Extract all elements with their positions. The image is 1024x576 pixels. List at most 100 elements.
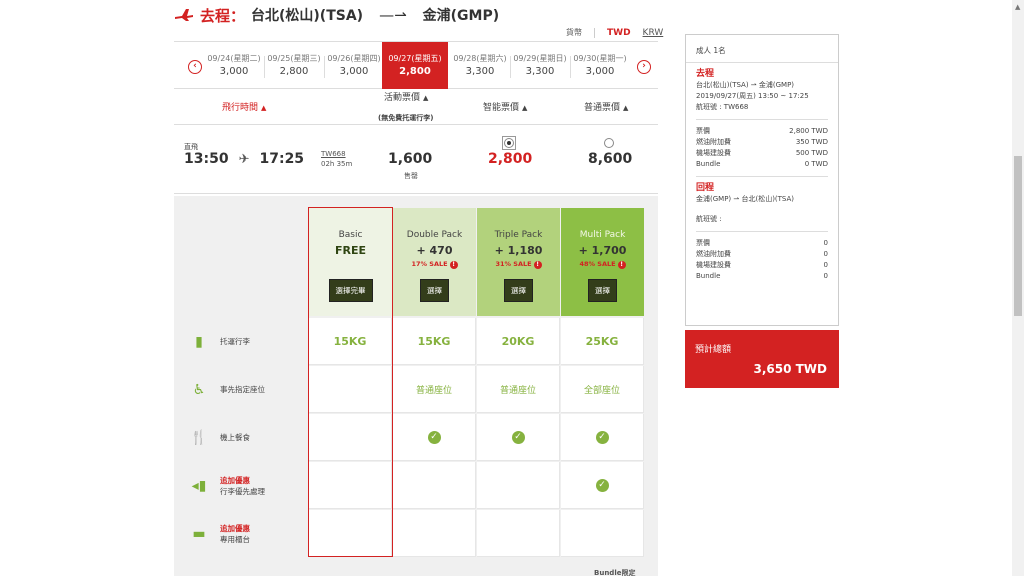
- flight-info: TW668 02h 35m: [321, 149, 352, 169]
- feature-label: 機上餐食: [220, 433, 250, 442]
- feature-cell: [477, 510, 560, 557]
- date-label: 09/28(星期六): [453, 54, 507, 63]
- divider: [696, 119, 828, 120]
- feature-cell: [309, 510, 392, 557]
- feature-cell: [393, 510, 476, 557]
- smart-fare-radio[interactable]: [504, 138, 514, 148]
- outbound-route: 台北(松山)(TSA) ⇀ 金浦(GMP): [696, 81, 795, 89]
- fee-label: 燃油附加費: [696, 250, 731, 258]
- counter-icon: ▬: [192, 525, 206, 542]
- fee-row: 票價 0: [696, 238, 828, 249]
- fee-label: 票價: [696, 239, 710, 247]
- fee-value: 0: [823, 239, 828, 247]
- fee-value: 0: [823, 272, 828, 280]
- feature-cell: [309, 366, 392, 413]
- fee-value: 0 TWD: [804, 160, 828, 168]
- fee-row: 機場建設費 500 TWD: [696, 148, 828, 159]
- date-price: 3,300: [525, 66, 555, 77]
- currency-switcher: 貨幣 TWD KRW: [566, 27, 663, 38]
- fee-label: Bundle: [696, 272, 721, 280]
- page-scrollbar[interactable]: ▲: [1012, 0, 1024, 576]
- return-summary: 回程 金浦(GMP) ⇀ 台北(松山)(TSA) 航班號 : 票價 0 燃油附加費…: [686, 183, 838, 282]
- fee-value: 0: [823, 261, 828, 269]
- select-double-button[interactable]: 選擇: [420, 279, 449, 302]
- date-price: 3,300: [465, 66, 495, 77]
- select-multi-button[interactable]: 選擇: [588, 279, 617, 302]
- flight-times: 13:50 ✈ 17:25: [184, 151, 304, 167]
- fee-label: 燃油附加費: [696, 138, 731, 146]
- outbound-summary: 去程 台北(松山)(TSA) ⇀ 金浦(GMP) 2019/09/27(周五) …: [686, 63, 838, 177]
- select-basic-button[interactable]: 選擇完畢: [328, 279, 373, 302]
- date-option-selected[interactable]: 09/27(星期五) 2,800: [382, 42, 448, 89]
- feature-cell: 15KG: [309, 318, 392, 365]
- bundle-note: Bundle限定: [594, 569, 636, 576]
- feature-cell: 25KG: [561, 318, 644, 365]
- fee-label: 機場建設費: [696, 261, 731, 269]
- smart-fare: 2,800: [488, 151, 533, 167]
- scrollbar-thumb[interactable]: [1014, 156, 1022, 316]
- feature-promo: 追加優惠: [220, 475, 250, 485]
- package-basic: Basic FREE 選擇完畢: [309, 208, 392, 316]
- outbound-title: 去程: [696, 69, 715, 79]
- sort-normal-fare[interactable]: 普通票價 ▲: [584, 100, 628, 113]
- package-price: + 1,700: [578, 244, 627, 257]
- package-name: Basic: [338, 230, 363, 240]
- package-name: Double Pack: [406, 230, 463, 240]
- promo-fare: 1,600: [388, 151, 433, 167]
- date-option[interactable]: 09/25(星期三) 2,800: [264, 42, 324, 89]
- feature-dedicated-counter: ▬ 追加優惠 專用櫃台: [188, 510, 306, 557]
- normal-fare: 8,600: [588, 151, 633, 167]
- column-label: 飛行時間: [222, 103, 259, 113]
- info-icon[interactable]: !: [533, 261, 542, 269]
- feature-cell: 15KG: [393, 318, 476, 365]
- date-option[interactable]: 09/29(星期日) 3,300: [510, 42, 570, 89]
- bundle-table: Basic FREE 選擇完畢 Double Pack + 470 17% SA…: [174, 196, 658, 576]
- sort-promo-fare[interactable]: 活動票價 ▲: [384, 90, 428, 103]
- select-triple-button[interactable]: 選擇: [504, 279, 533, 302]
- fee-value: 2,800 TWD: [789, 127, 828, 135]
- sort-smart-fare[interactable]: 智能票價 ▲: [483, 100, 527, 113]
- normal-fare-radio[interactable]: [604, 138, 614, 148]
- date-option[interactable]: 09/26(星期四) 3,000: [324, 42, 384, 89]
- package-sale: 17% SALE!: [393, 260, 476, 269]
- info-icon[interactable]: !: [617, 261, 626, 269]
- chevron-right-icon[interactable]: ›: [637, 60, 651, 74]
- booking-page: 去程： 台北(松山)(TSA) —⇀ 金浦(GMP) 貨幣 TWD KRW ‹ …: [0, 0, 1024, 576]
- priority-luggage-icon: ◂▮: [191, 477, 207, 494]
- return-title: 回程: [696, 183, 715, 193]
- flight-duration: 02h 35m: [321, 160, 353, 168]
- date-option[interactable]: 09/24(星期二) 3,000: [204, 42, 264, 89]
- feature-cell: 20KG: [477, 318, 560, 365]
- feature-label: 托運行李: [220, 337, 250, 346]
- info-icon[interactable]: !: [449, 261, 458, 269]
- package-sale: [309, 260, 392, 269]
- plane-icon: [175, 9, 193, 21]
- check-icon: ✓: [595, 478, 609, 492]
- date-label: 09/24(星期二): [207, 54, 261, 63]
- flight-number[interactable]: TW668: [321, 149, 352, 159]
- feature-cell: [309, 414, 392, 461]
- package-double: Double Pack + 470 17% SALE! 選擇: [393, 208, 476, 316]
- sort-flight-time[interactable]: 飛行時間 ▲: [222, 100, 266, 113]
- date-option[interactable]: 09/28(星期六) 3,300: [450, 42, 510, 89]
- date-price: 3,000: [219, 66, 249, 77]
- currency-krw[interactable]: KRW: [643, 28, 664, 38]
- feature-text: 追加優惠 專用櫃台: [220, 523, 250, 545]
- chevron-left-icon[interactable]: ‹: [188, 60, 202, 74]
- arrive-time: 17:25: [259, 151, 305, 167]
- feature-priority-baggage: ◂▮ 追加優惠 行李優先處理: [188, 462, 306, 509]
- route-header: 去程： 台北(松山)(TSA) —⇀ 金浦(GMP): [174, 5, 499, 25]
- divider: [174, 193, 658, 194]
- date-option[interactable]: 09/30(星期一) 3,000: [570, 42, 630, 89]
- feature-promo: 追加優惠: [220, 523, 250, 533]
- currency-twd[interactable]: TWD: [607, 28, 631, 38]
- date-selector: ‹ 09/24(星期二) 3,000 09/25(星期三) 2,800 09/2…: [174, 41, 658, 89]
- luggage-icon: ▮: [195, 333, 203, 350]
- fee-label: 票價: [696, 127, 710, 135]
- scroll-up-icon[interactable]: ▲: [1015, 3, 1020, 11]
- date-label: 09/27(星期五): [388, 54, 442, 63]
- package-price: FREE: [334, 244, 366, 257]
- passenger-count: 成人 1名: [686, 35, 838, 63]
- feature-cell: ✓: [561, 462, 644, 509]
- route-origin: 台北(松山)(TSA): [251, 8, 364, 24]
